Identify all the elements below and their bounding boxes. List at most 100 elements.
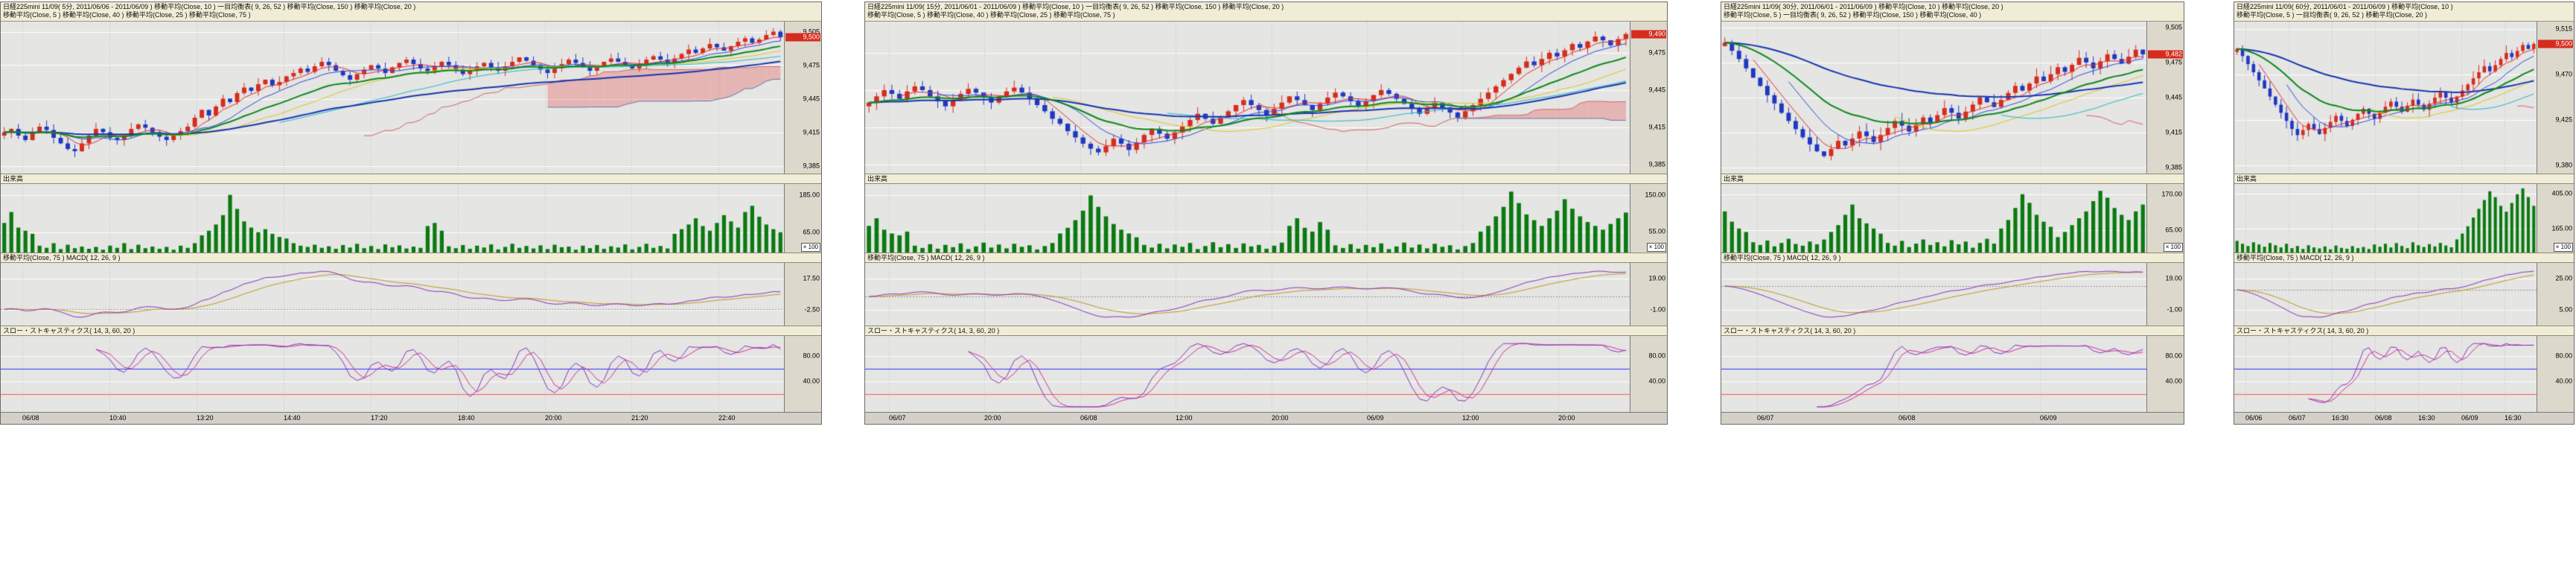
price-tick: 9,385 (2165, 165, 2182, 171)
x-axis-label: 06/07 (889, 414, 906, 422)
stoch-canvas[interactable] (1721, 336, 2146, 412)
volume-pane-label-text: 出来高 (2237, 175, 2257, 183)
stoch-pane-label: スロー・ストキャスティクス( 14, 3, 60, 20 ) (1, 326, 821, 336)
panel-title-line2: 移動平均(Close, 5 ) 一目均衡表( 9, 26, 52 ) 移動平均(… (1724, 11, 2181, 19)
chart-panel-4: 日経225mini 11/09( 60分, 2011/06/01 - 2011/… (2234, 1, 2575, 425)
volume-canvas[interactable] (1, 184, 784, 253)
macd-tick: 5.00 (2559, 307, 2572, 314)
scale-badge: × 100 (1647, 243, 1666, 252)
panel-title-line2: 移動平均(Close, 5 ) 移動平均(Close, 40 ) 移動平均(Cl… (3, 11, 819, 19)
price-tick: 9,445 (1648, 86, 1665, 93)
stoch-tick: 40.00 (2555, 378, 2572, 385)
scale-badge: × 100 (801, 243, 820, 252)
main-chart-canvas[interactable] (1721, 22, 2146, 174)
stoch-canvas[interactable] (2234, 336, 2537, 412)
stoch-tick: 80.00 (2165, 353, 2182, 360)
x-axis-label: 10:40 (109, 414, 127, 422)
volume-tick: 170.00 (2161, 191, 2182, 197)
main-chart-canvas[interactable] (865, 22, 1630, 174)
x-axis-label: 12:00 (1462, 414, 1479, 422)
volume-tick: 185.00 (799, 191, 820, 198)
price-tick: 9,475 (2165, 59, 2182, 66)
last-price-badge: 9,500 (2538, 39, 2573, 48)
macd-pane-label: 移動平均(Close, 75 ) MACD( 12, 26, 9 ) (1, 253, 821, 263)
volume-tick: 65.00 (2165, 227, 2182, 234)
stoch-axis[interactable]: 80.0040.00 (2537, 336, 2574, 412)
macd-axis[interactable]: 17.50-2.50 (784, 263, 821, 326)
macd-canvas[interactable] (865, 263, 1630, 326)
volume-canvas[interactable] (1721, 184, 2146, 253)
stoch-pane-label-text: スロー・ストキャスティクス( 14, 3, 60, 20 ) (1724, 327, 1855, 334)
price-axis[interactable]: 9,4759,4459,4159,3859,490 (1630, 22, 1667, 174)
stoch-axis[interactable]: 80.0040.00 (2146, 336, 2184, 412)
scale-badge: × 100 (2554, 243, 2573, 252)
main-chart-canvas[interactable] (1, 22, 784, 174)
macd-tick: 17.50 (803, 276, 820, 282)
price-tick: 9,385 (803, 162, 820, 169)
macd-pane-label-text: 移動平均(Close, 75 ) MACD( 12, 26, 9 ) (2237, 254, 2354, 261)
volume-axis[interactable]: 170.0065.00× 100 (2146, 184, 2184, 253)
macd-canvas[interactable] (2234, 263, 2537, 326)
panel-title-line1: 日経225mini 11/09( 15分, 2011/06/01 - 2011/… (867, 3, 1665, 11)
macd-axis[interactable]: 19.00-1.00 (1630, 263, 1667, 326)
volume-pane-label-text: 出来高 (867, 175, 887, 183)
panel-title-line2: 移動平均(Close, 5 ) 一目均衡表( 9, 26, 52 ) 移動平均(… (2237, 11, 2572, 19)
last-price-badge: 9,500 (785, 34, 820, 42)
stoch-canvas[interactable] (865, 336, 1630, 412)
volume-canvas[interactable] (2234, 184, 2537, 253)
x-axis-label: 06/06 (2245, 414, 2263, 422)
price-tick: 9,415 (1648, 124, 1665, 131)
x-axis-label: 13:20 (197, 414, 214, 422)
macd-axis[interactable]: 25.005.00 (2537, 263, 2574, 326)
panel-title-line1: 日経225mini 11/09( 30分, 2011/06/01 - 2011/… (1724, 3, 2181, 11)
x-axis-label: 20:00 (984, 414, 1001, 422)
price-tick: 9,445 (803, 95, 820, 102)
panel-header: 日経225mini 11/09( 5分, 2011/06/06 - 2011/0… (1, 2, 821, 22)
x-axis-label: 06/09 (2040, 414, 2057, 422)
stoch-axis[interactable]: 80.0040.00 (784, 336, 821, 412)
stoch-pane-label-text: スロー・ストキャスティクス( 14, 3, 60, 20 ) (3, 327, 135, 334)
stoch-tick: 80.00 (1648, 353, 1665, 360)
volume-axis[interactable]: 185.0065.00× 100 (784, 184, 821, 253)
chart-panel-1: 日経225mini 11/09( 5分, 2011/06/06 - 2011/0… (0, 1, 822, 425)
price-tick: 9,475 (1648, 49, 1665, 56)
price-axis[interactable]: 9,5159,4709,4259,3809,500 (2537, 22, 2574, 174)
volume-pane-label: 出来高 (865, 174, 1667, 184)
volume-tick: 165.00 (2551, 225, 2572, 232)
stoch-canvas[interactable] (1, 336, 784, 412)
x-axis-label: 21:20 (631, 414, 648, 422)
x-axis-label: 06/08 (2375, 414, 2392, 422)
macd-canvas[interactable] (1721, 263, 2146, 326)
x-axis[interactable]: 06/0720:0006/0812:0020:0006/0912:0020:00 (865, 412, 1667, 424)
macd-canvas[interactable] (1, 263, 784, 326)
price-tick: 9,470 (2555, 71, 2572, 77)
stoch-axis[interactable]: 80.0040.00 (1630, 336, 1667, 412)
price-tick: 9,475 (803, 62, 820, 69)
x-axis[interactable]: 06/0810:4013:2014:4017:2018:4020:0021:20… (1, 412, 821, 424)
volume-axis[interactable]: 405.00165.00× 100 (2537, 184, 2574, 253)
price-axis[interactable]: 9,5059,4759,4459,4159,3859,500 (784, 22, 821, 174)
main-chart-canvas[interactable] (2234, 22, 2537, 174)
price-axis[interactable]: 9,5059,4759,4459,4159,3859,482 (2146, 22, 2184, 174)
x-axis-label: 18:40 (458, 414, 475, 422)
volume-pane-label: 出来高 (2234, 174, 2574, 184)
x-axis-label: 06/07 (2289, 414, 2306, 422)
macd-pane-label: 移動平均(Close, 75 ) MACD( 12, 26, 9 ) (2234, 253, 2574, 263)
volume-axis[interactable]: 150.0055.00× 100 (1630, 184, 1667, 253)
volume-tick: 150.00 (1645, 192, 1665, 199)
volume-pane-label: 出来高 (1, 174, 821, 184)
price-tick: 9,385 (1648, 162, 1665, 168)
macd-pane-label: 移動平均(Close, 75 ) MACD( 12, 26, 9 ) (1721, 253, 2184, 263)
panel-title-line2: 移動平均(Close, 5 ) 移動平均(Close, 40 ) 移動平均(Cl… (867, 11, 1665, 19)
macd-axis[interactable]: 19.00-1.00 (2146, 263, 2184, 326)
x-axis-label: 06/08 (1080, 414, 1097, 422)
price-tick: 9,415 (803, 129, 820, 136)
x-axis[interactable]: 06/0606/0716:3006/0816:3006/0916:30 (2234, 412, 2574, 424)
panel-header: 日経225mini 11/09( 15分, 2011/06/01 - 2011/… (865, 2, 1667, 22)
price-tick: 9,445 (2165, 95, 2182, 101)
x-axis[interactable]: 06/0706/0806/09 (1721, 412, 2184, 424)
x-axis-label: 06/07 (1757, 414, 1774, 422)
stoch-pane-label: スロー・ストキャスティクス( 14, 3, 60, 20 ) (2234, 326, 2574, 336)
macd-tick: -1.00 (1650, 307, 1665, 314)
volume-canvas[interactable] (865, 184, 1630, 253)
